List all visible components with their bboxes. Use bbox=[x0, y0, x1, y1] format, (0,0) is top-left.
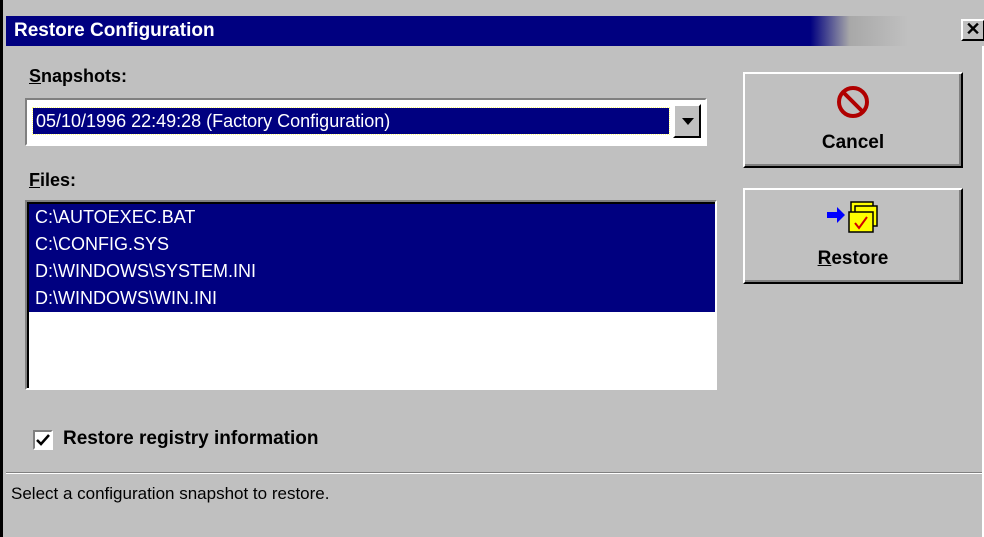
restore-registry-checkbox[interactable] bbox=[33, 430, 53, 450]
files-list[interactable]: C:\AUTOEXEC.BAT C:\CONFIG.SYS D:\WINDOWS… bbox=[25, 200, 717, 390]
file-item[interactable]: C:\CONFIG.SYS bbox=[29, 231, 715, 258]
snapshots-label-accelerator: S bbox=[29, 66, 42, 86]
files-label-accelerator: F bbox=[29, 170, 40, 190]
restore-configuration-dialog: Restore Configuration ✕ Snapshots: 05/10… bbox=[0, 0, 984, 537]
file-item[interactable]: D:\WINDOWS\WIN.INI bbox=[29, 285, 715, 312]
window-title: Restore Configuration bbox=[14, 20, 215, 41]
status-divider bbox=[6, 472, 984, 474]
cancel-button[interactable]: Cancel bbox=[743, 72, 963, 168]
restore-label-text: estore bbox=[831, 248, 889, 269]
cancel-button-label: Cancel bbox=[821, 132, 885, 153]
restore-registry-label[interactable]: Restore registry information bbox=[63, 428, 319, 450]
checkmark-icon bbox=[36, 434, 50, 446]
window-top-strip bbox=[6, 0, 984, 16]
file-item[interactable]: C:\AUTOEXEC.BAT bbox=[29, 204, 715, 231]
status-text: Select a configuration snapshot to resto… bbox=[11, 484, 330, 503]
restore-button[interactable]: Restore bbox=[743, 188, 963, 284]
restore-label-accelerator: R bbox=[817, 248, 832, 269]
close-button[interactable]: ✕ bbox=[961, 19, 984, 41]
chevron-down-icon[interactable] bbox=[673, 104, 701, 138]
snapshot-selected-value[interactable]: 05/10/1996 22:49:28 (Factory Configurati… bbox=[32, 107, 670, 135]
title-bar[interactable]: Restore Configuration ✕ bbox=[6, 16, 984, 46]
file-item[interactable]: D:\WINDOWS\SYSTEM.INI bbox=[29, 258, 715, 285]
files-label: Files: bbox=[29, 170, 76, 191]
files-label-text: iles: bbox=[40, 170, 77, 190]
no-entry-icon bbox=[837, 86, 869, 118]
snapshot-dropdown[interactable]: 05/10/1996 22:49:28 (Factory Configurati… bbox=[25, 98, 707, 146]
restore-folders-icon bbox=[827, 201, 878, 233]
restore-button-label: Restore bbox=[745, 248, 961, 270]
close-icon: ✕ bbox=[965, 19, 981, 39]
snapshots-label-text: napshots: bbox=[41, 66, 128, 86]
snapshots-label: Snapshots: bbox=[29, 66, 127, 87]
files-list-viewport: C:\AUTOEXEC.BAT C:\CONFIG.SYS D:\WINDOWS… bbox=[27, 202, 715, 388]
